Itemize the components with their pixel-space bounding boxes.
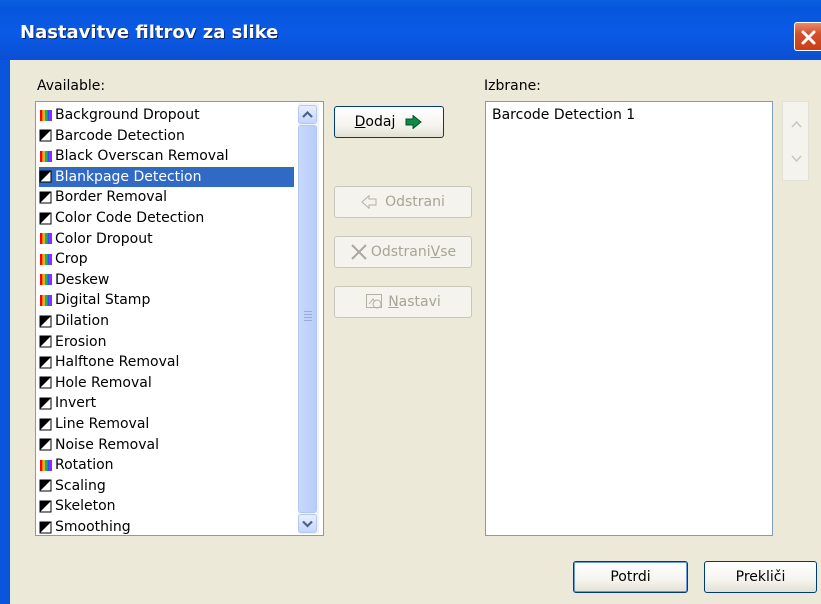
color-filter-icon — [40, 109, 52, 121]
list-item-label: Black Overscan Removal — [55, 148, 229, 165]
bw-filter-icon — [39, 315, 52, 327]
list-item-label: Barcode Detection — [55, 127, 185, 144]
available-label: Available: — [37, 78, 106, 94]
list-item-label: Erosion — [55, 333, 107, 350]
available-list-scrollbar[interactable] — [298, 103, 319, 534]
list-item[interactable]: Blankpage Detection — [38, 165, 295, 188]
list-item-label: Color Code Detection — [55, 210, 205, 226]
list-item-label: Skeleton — [55, 498, 116, 515]
bw-filter-icon — [39, 356, 52, 369]
list-item[interactable]: Rotation — [39, 455, 294, 475]
list-item[interactable]: Line Removal — [39, 414, 294, 434]
chevron-up-icon — [302, 110, 313, 118]
list-item[interactable]: Crop — [39, 249, 294, 269]
list-item-label: Dilation — [55, 313, 109, 329]
list-item[interactable]: Skeleton — [39, 496, 294, 516]
bw-filter-icon — [39, 170, 52, 183]
remove-button[interactable]: Odstrani — [334, 186, 472, 218]
cancel-button[interactable]: Prekliči — [704, 561, 817, 593]
color-filter-icon — [40, 150, 52, 162]
list-item[interactable]: Border Removal — [39, 187, 294, 207]
chevron-down-icon — [302, 520, 313, 528]
title-bar: Nastavitve filtrov za slike — [0, 0, 821, 60]
list-item[interactable]: Black Overscan Removal — [39, 146, 294, 166]
arrow-right-icon — [405, 115, 423, 129]
delete-x-icon — [351, 244, 367, 260]
bw-filter-icon — [39, 335, 52, 348]
list-item[interactable]: Halftone Removal — [39, 352, 294, 372]
list-item[interactable]: Digital Stamp — [39, 290, 294, 310]
scroll-thumb[interactable] — [298, 125, 317, 513]
list-item-label: Color Dropout — [55, 230, 153, 247]
list-item[interactable]: Background Dropout — [39, 105, 294, 125]
list-item-label: Digital Stamp — [55, 292, 151, 309]
list-item-label: Halftone Removal — [55, 354, 180, 371]
color-filter-icon — [40, 294, 52, 306]
list-item[interactable]: Color Code Detection — [39, 208, 294, 228]
ok-button[interactable]: Potrdi — [573, 561, 688, 593]
list-item-label: Scaling — [55, 477, 106, 494]
dialog-title: Nastavitve filtrov za slike — [20, 22, 279, 43]
bw-filter-icon — [39, 191, 52, 204]
list-item-label: Background Dropout — [55, 107, 200, 123]
settings-image-icon — [366, 294, 383, 309]
list-item[interactable]: Scaling — [39, 476, 294, 496]
list-item-label: Deskew — [55, 271, 110, 288]
bw-filter-icon — [39, 212, 52, 224]
list-item[interactable]: Erosion — [39, 332, 294, 352]
color-filter-icon — [40, 233, 52, 245]
bw-filter-icon — [39, 397, 52, 410]
bw-filter-icon — [39, 129, 52, 142]
bw-filter-icon — [39, 479, 52, 492]
reorder-spinner — [782, 101, 809, 181]
selected-label: Izbrane: — [484, 78, 541, 94]
selected-filters-list[interactable]: Barcode Detection 1 — [485, 101, 773, 536]
configure-button[interactable]: Nastavi — [334, 286, 472, 318]
list-item[interactable]: Barcode Detection — [39, 126, 294, 146]
list-item[interactable]: Dilation — [39, 311, 294, 331]
color-filter-icon — [40, 274, 52, 286]
filter-settings-dialog: Nastavitve filtrov za slike Available: B… — [0, 0, 821, 604]
list-item-label: Crop — [55, 251, 88, 268]
list-item[interactable]: Color Dropout — [39, 229, 294, 249]
close-button[interactable] — [794, 22, 821, 51]
selected-list-item[interactable]: Barcode Detection 1 — [492, 105, 747, 125]
list-item-label: Hole Removal — [55, 374, 152, 391]
list-item-label: Border Removal — [55, 189, 168, 206]
list-item[interactable]: Hole Removal — [39, 373, 294, 393]
bw-filter-icon — [39, 418, 52, 430]
list-item-label: Line Removal — [55, 416, 150, 432]
list-item-label: Rotation — [55, 457, 114, 474]
bw-filter-icon — [39, 500, 52, 513]
scroll-up-button[interactable] — [298, 105, 317, 124]
add-button[interactable]: Dodaj — [334, 106, 444, 138]
list-item-label: Noise Removal — [55, 436, 159, 453]
color-filter-icon — [40, 459, 52, 471]
bw-filter-icon — [39, 376, 52, 389]
remove-all-button[interactable]: Odstrani Vse — [334, 236, 472, 268]
selected-item-label: Barcode Detection 1 — [492, 107, 636, 123]
arrow-left-icon — [361, 195, 377, 209]
list-item-label: Smoothing — [55, 519, 131, 535]
list-item[interactable]: Smoothing — [39, 517, 294, 535]
list-item[interactable]: Noise Removal — [39, 435, 294, 455]
list-item-label: Blankpage Detection — [55, 168, 202, 185]
scroll-down-button[interactable] — [298, 514, 317, 533]
color-filter-icon — [40, 253, 52, 265]
list-item-label: Invert — [55, 395, 97, 412]
available-filters-list[interactable]: Background Dropout Barcode Detection Black… — [35, 101, 324, 536]
updown-arrows-icon — [791, 120, 802, 163]
close-icon — [801, 30, 816, 45]
list-item[interactable]: Deskew — [39, 270, 294, 290]
bw-filter-icon — [39, 438, 52, 451]
list-item[interactable]: Invert — [39, 393, 294, 413]
bw-filter-icon — [39, 521, 52, 533]
